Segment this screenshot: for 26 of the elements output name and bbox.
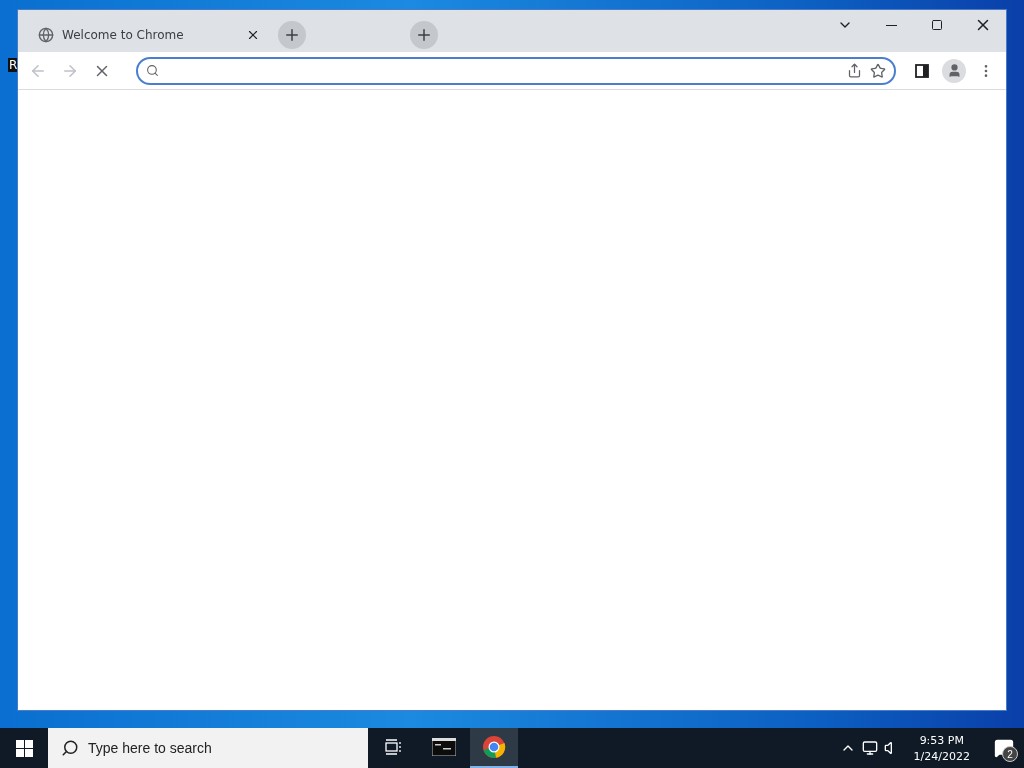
notifications-button[interactable]: 2	[984, 728, 1024, 768]
notification-count: 2	[1002, 746, 1018, 762]
avatar-icon	[942, 58, 966, 83]
windows-logo-icon	[15, 739, 33, 757]
terminal-icon	[432, 738, 456, 756]
globe-icon	[38, 27, 54, 43]
search-icon	[61, 739, 79, 757]
new-tab-button[interactable]	[410, 21, 438, 49]
clock[interactable]: 9:53 PM 1/24/2022	[905, 733, 978, 763]
search-field[interactable]: Type here to search	[48, 728, 368, 768]
maximize-icon	[931, 19, 943, 31]
share-icon[interactable]	[847, 63, 862, 78]
minimize-icon	[885, 24, 897, 26]
plus-icon	[283, 26, 301, 44]
address-bar[interactable]	[136, 56, 896, 85]
chrome-icon	[482, 735, 506, 759]
taskbar-app-button[interactable]	[470, 728, 518, 768]
bookmark-star-icon[interactable]	[870, 62, 886, 79]
close-tab-icon[interactable]	[246, 28, 260, 42]
new-tab-button[interactable]	[278, 21, 306, 49]
side-panel-icon	[915, 63, 929, 78]
search-icon	[146, 64, 159, 77]
network-icon[interactable]	[861, 740, 878, 756]
plus-icon	[415, 26, 433, 44]
tab-title: Welcome to Chrome	[62, 28, 185, 42]
task-view-icon	[385, 739, 403, 755]
